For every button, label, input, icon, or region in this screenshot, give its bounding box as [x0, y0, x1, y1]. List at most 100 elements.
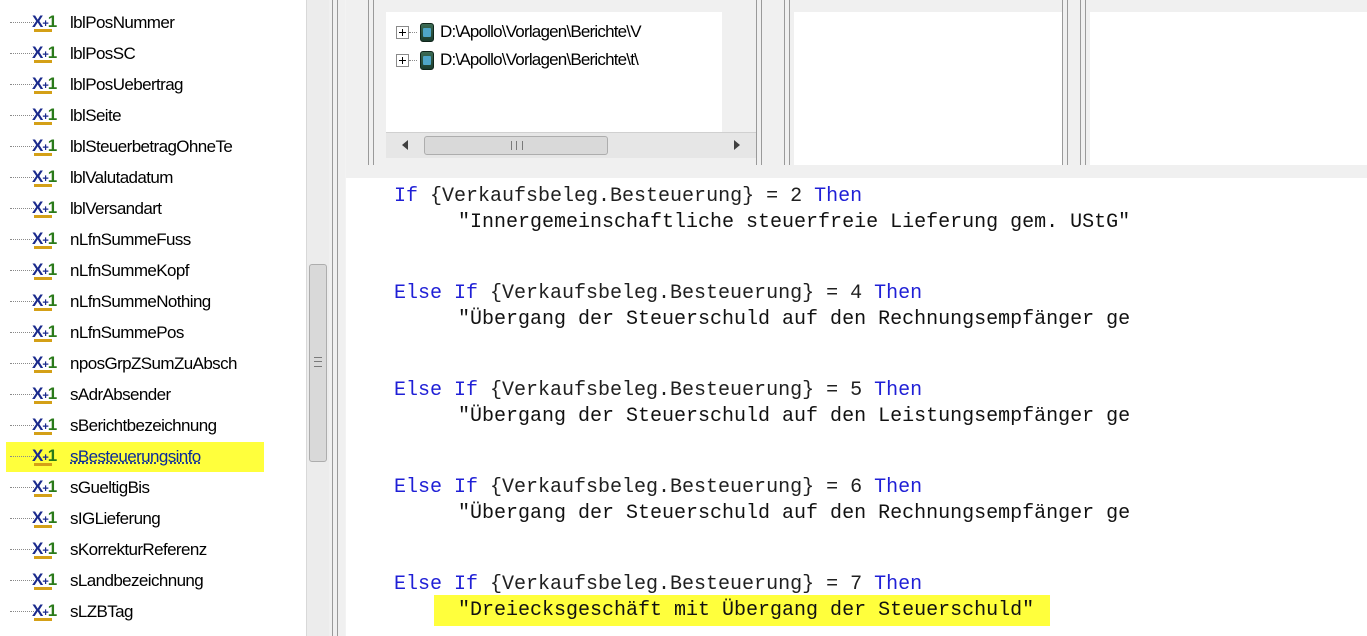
formula-icon-underline: [34, 494, 52, 497]
tree-item-label: lblPosUebertrag: [70, 75, 184, 94]
formula-icon-underline: [34, 60, 52, 63]
pane-divider: [1067, 0, 1068, 165]
keyword-if: Else If: [394, 573, 479, 596]
splitter-line: [332, 0, 333, 636]
formula-field-icon: X+1: [32, 165, 66, 189]
keyword-then: Then: [874, 573, 923, 596]
formula-field-icon: X+1: [32, 475, 66, 499]
pane-divider: [1080, 0, 1081, 165]
expand-plus-icon[interactable]: [396, 26, 409, 39]
tree-item-label: lblSteuerbetragOhneTe: [70, 137, 233, 156]
tree-item[interactable]: X+1 sBesteuerungsinfo: [0, 442, 306, 472]
tree-item[interactable]: X+1 sBerichtbezeichnung: [0, 411, 306, 441]
formula-icon-underline: [34, 587, 52, 590]
tree-item-label: lblValutadatum: [70, 168, 173, 187]
tree-connector: [10, 425, 34, 426]
code-string-line: "Übergang der Steuerschuld auf den Rechn…: [458, 307, 1130, 333]
tree-connector: [10, 518, 34, 519]
string-literal: "Innergemeinschaftliche steuerfreie Lief…: [458, 211, 1131, 234]
string-literal: "Übergang der Steuerschuld auf den Rechn…: [458, 502, 1131, 525]
formula-code-editor[interactable]: If {Verkaufsbeleg.Besteuerung} = 2 Then "…: [346, 178, 1367, 636]
tree-item[interactable]: X+1 nLfnSummeKopf: [0, 256, 306, 286]
tree-connector: [10, 146, 34, 147]
code-condition-line: Else If {Verkaufsbeleg.Besteuerung} = 4 …: [394, 281, 922, 307]
tree-item-label: sGueltigBis: [70, 478, 150, 497]
tree-item[interactable]: X+1 lblPosSC: [0, 39, 306, 69]
scrollbar-grip-icon: [511, 141, 523, 150]
scroll-left-arrow-icon[interactable]: [402, 140, 408, 150]
tree-item[interactable]: X+1 lblSeite: [0, 101, 306, 131]
tree-connector: [10, 22, 34, 23]
formula-icon-underline: [34, 277, 52, 280]
tree-item[interactable]: X+1 lblValutadatum: [0, 163, 306, 193]
tree-item-label: sLandbezeichnung: [70, 571, 204, 590]
tree-item[interactable]: X+1 nposGrpZSumZuAbsch: [0, 349, 306, 379]
function-list-pane[interactable]: [794, 12, 1062, 165]
pane-divider: [784, 0, 785, 165]
string-literal: "Übergang der Steuerschuld auf den Leist…: [458, 405, 1131, 428]
tree-item-label: lblVersandart: [70, 199, 162, 218]
tree-item[interactable]: X+1 sLandbezeichnung: [0, 566, 306, 596]
file-tree-horizontal-scrollbar[interactable]: [386, 132, 756, 158]
tree-item[interactable]: X+1 sLZBTag: [0, 597, 306, 627]
tree-connector: [10, 549, 34, 550]
tree-item[interactable]: X+1 lblSteuerbetragOhneTe: [0, 132, 306, 162]
code-string-line: "Übergang der Steuerschuld auf den Leist…: [458, 404, 1130, 430]
keyword-if: Else If: [394, 282, 479, 305]
expand-plus-icon[interactable]: [396, 54, 409, 67]
formula-icon-underline: [34, 525, 52, 528]
formula-field-icon: X+1: [32, 568, 66, 592]
condition-expression: {Verkaufsbeleg.Besteuerung} = 5: [478, 379, 875, 402]
file-path-label: D:\Apollo\Vorlagen\Berichte\V: [440, 22, 642, 41]
pane-divider: [1085, 0, 1086, 165]
tree-item[interactable]: X+1 nLfnSummePos: [0, 318, 306, 348]
formula-field-icon: X+1: [32, 351, 66, 375]
scrollbar-thumb[interactable]: [309, 264, 327, 462]
pane-divider: [789, 0, 790, 165]
tree-connector: [10, 456, 34, 457]
pane-divider: [1062, 0, 1063, 165]
formula-field-icon: X+1: [32, 227, 66, 251]
string-literal: "Dreiecksgeschäft mit Übergang der Steue…: [434, 595, 1051, 626]
pane-divider: [756, 0, 757, 165]
formula-icon-underline: [34, 339, 52, 342]
formula-icon-underline: [34, 122, 52, 125]
formula-field-icon: X+1: [32, 599, 66, 623]
formula-icon-underline: [34, 556, 52, 559]
code-string-line: "Übergang der Steuerschuld auf den Rechn…: [458, 501, 1130, 527]
pane-splitter[interactable]: [329, 0, 345, 636]
formula-icon-underline: [34, 215, 52, 218]
keyword-then: Then: [874, 282, 923, 305]
formula-field-icon: X+1: [32, 196, 66, 220]
scrollbar-grip-icon: [314, 357, 322, 367]
tree-item[interactable]: X+1 lblVersandart: [0, 194, 306, 224]
field-tree[interactable]: X+1 lblPosNummer X+1 lblPosSC X+1 lblPosUeber…: [0, 0, 306, 636]
tree-item[interactable]: X+1 sGueltigBis: [0, 473, 306, 503]
keyword-if: Else If: [394, 379, 479, 402]
tree-item[interactable]: X+1 sIGLieferung: [0, 504, 306, 534]
formula-field-icon: X+1: [32, 382, 66, 406]
operator-list-pane[interactable]: [1090, 12, 1367, 165]
tree-item-label: nLfnSummeNothing: [70, 292, 211, 311]
tree-item[interactable]: X+1 lblPosNummer: [0, 8, 306, 38]
tree-item-label: sIGLieferung: [70, 509, 161, 528]
code-condition-line: Else If {Verkaufsbeleg.Besteuerung} = 5 …: [394, 378, 922, 404]
horizontal-scrollbar-thumb[interactable]: [424, 136, 608, 155]
report-file-tree[interactable]: D:\Apollo\Vorlagen\Berichte\V D:\Apollo\…: [386, 12, 722, 132]
tree-item-label: sBesteuerungsinfo: [70, 445, 201, 469]
tree-item[interactable]: X+1 sAdrAbsender: [0, 380, 306, 410]
tree-item[interactable]: X+1 sKorrekturReferenz: [0, 535, 306, 565]
tree-item-label: sLZBTag: [70, 602, 133, 621]
tree-item[interactable]: X+1 lblPosUebertrag: [0, 70, 306, 100]
formula-field-icon: X+1: [32, 413, 66, 437]
tree-item[interactable]: X+1 nLfnSummeFuss: [0, 225, 306, 255]
condition-expression: {Verkaufsbeleg.Besteuerung} = 2: [418, 185, 815, 208]
tree-vertical-scrollbar[interactable]: [306, 0, 329, 636]
condition-expression: {Verkaufsbeleg.Besteuerung} = 4: [478, 282, 875, 305]
tree-item[interactable]: X+1 nLfnSummeNothing: [0, 287, 306, 317]
scroll-right-arrow-icon[interactable]: [734, 140, 740, 150]
formula-field-icon: X+1: [32, 289, 66, 313]
database-icon: [420, 51, 434, 70]
tree-connector: [10, 239, 34, 240]
formula-field-icon: X+1: [32, 320, 66, 344]
